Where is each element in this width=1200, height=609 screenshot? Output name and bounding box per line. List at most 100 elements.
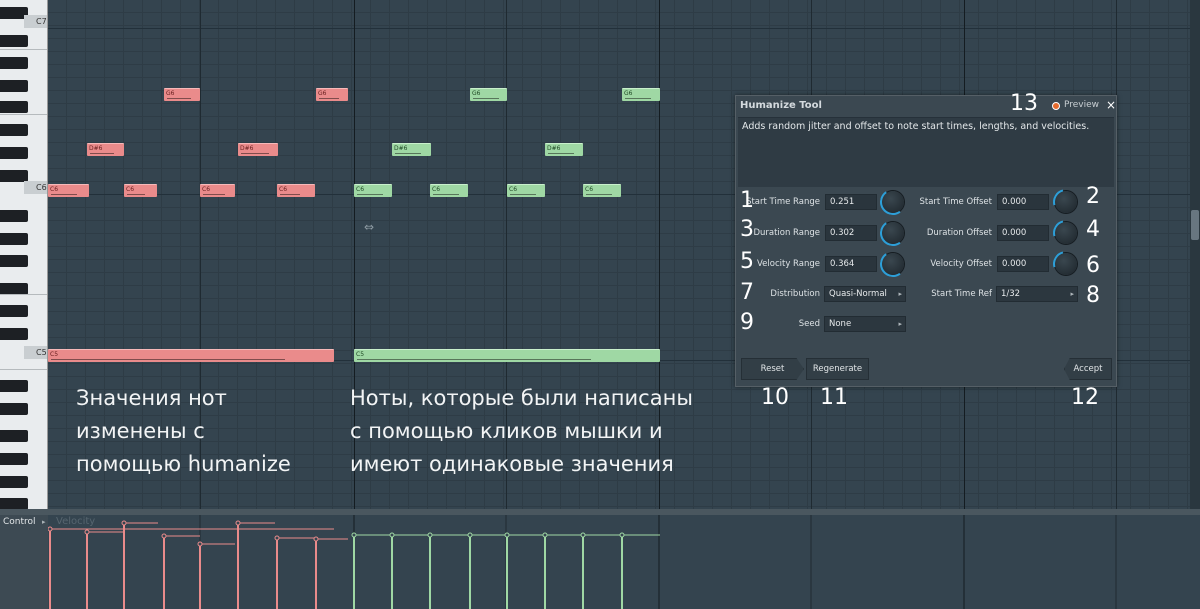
black-key[interactable] — [0, 430, 28, 442]
black-key[interactable] — [0, 453, 28, 465]
annotation-number: 10 — [761, 385, 789, 410]
regenerate-button[interactable]: Regenerate — [806, 358, 869, 380]
duration-offset-label: Duration Offset — [926, 228, 992, 238]
note-clicked[interactable]: D#6 — [545, 143, 583, 156]
note-humanized[interactable]: C6 — [48, 184, 89, 197]
start-time-range-label: Start Time Range — [746, 197, 820, 207]
velocity-offset-knob[interactable] — [1048, 246, 1084, 282]
note-humanized[interactable]: C6 — [200, 184, 235, 197]
preview-toggle-icon[interactable] — [1052, 102, 1060, 110]
start-time-ref-label: Start Time Ref — [931, 289, 992, 299]
humanize-tool-dialog: Humanize Tool Preview × Adds random jitt… — [735, 95, 1117, 387]
annotation-number: 11 — [820, 385, 848, 410]
black-key[interactable] — [0, 80, 28, 92]
black-key[interactable] — [0, 147, 28, 159]
velocity-bars[interactable] — [48, 515, 1190, 609]
note-clicked[interactable]: C6 — [430, 184, 468, 197]
black-key[interactable] — [0, 210, 28, 222]
velocity-lane[interactable]: Velocity — [48, 515, 1190, 609]
black-key[interactable] — [0, 57, 28, 69]
start-time-range-knob[interactable] — [877, 186, 909, 218]
duration-range-knob[interactable] — [877, 217, 909, 249]
key-separator — [0, 294, 47, 295]
velocity-range-knob[interactable] — [877, 248, 909, 280]
note-humanized[interactable]: D#6 — [238, 143, 278, 156]
piano-keyboard[interactable]: C7 C6 C5 — [0, 0, 48, 509]
preview-label[interactable]: Preview — [1064, 100, 1099, 110]
piano-roll-window: C7 C6 C5 G6 G6 D#6 D#6 C6 C6 C6 C6 C5 G6… — [0, 0, 1200, 609]
annotation-number: 5 — [740, 249, 754, 274]
duration-offset-field[interactable]: 0.000 — [997, 225, 1049, 241]
octave-label-c6: C6 — [24, 181, 47, 194]
chevron-right-icon: ▸ — [898, 290, 902, 298]
seed-label: Seed — [798, 319, 820, 329]
note-clicked[interactable]: G6 — [470, 88, 507, 101]
annotation-number: 6 — [1086, 253, 1100, 278]
caption-line: Ноты, которые были написаны — [350, 386, 693, 410]
note-humanized[interactable]: C6 — [124, 184, 157, 197]
black-key[interactable] — [0, 255, 28, 267]
note-humanized[interactable]: G6 — [164, 88, 200, 101]
start-time-range-field[interactable]: 0.251 — [825, 194, 877, 210]
black-key[interactable] — [0, 233, 28, 245]
black-key[interactable] — [0, 476, 28, 488]
duration-range-label: Duration Range — [753, 228, 820, 238]
velocity-offset-field[interactable]: 0.000 — [997, 256, 1049, 272]
note-humanized[interactable]: C6 — [277, 184, 315, 197]
control-label[interactable]: Control — [3, 517, 36, 527]
distribution-select[interactable]: Quasi-Normal ▸ — [824, 286, 906, 302]
velocity-range-field[interactable]: 0.364 — [825, 256, 877, 272]
vertical-scrollbar[interactable] — [1190, 0, 1200, 509]
black-key[interactable] — [0, 328, 28, 340]
annotation-number: 12 — [1071, 385, 1099, 410]
key-separator — [0, 49, 47, 50]
note-clicked[interactable]: C5 — [354, 349, 660, 362]
reset-button[interactable]: Reset — [741, 358, 804, 380]
note-humanized[interactable]: C5 — [48, 349, 334, 362]
octave-label-c5: C5 — [24, 346, 47, 359]
caption-line: Значения нот — [76, 386, 227, 410]
note-clicked[interactable]: C6 — [507, 184, 545, 197]
duration-range-field[interactable]: 0.302 — [825, 225, 877, 241]
note-humanized[interactable]: G6 — [316, 88, 348, 101]
annotation-number: 4 — [1086, 217, 1100, 242]
duration-offset-knob[interactable] — [1048, 215, 1084, 251]
chevron-right-icon[interactable]: ▸ — [42, 518, 46, 526]
annotation-number: 7 — [740, 280, 754, 305]
black-key[interactable] — [0, 124, 28, 136]
note-clicked[interactable]: C6 — [583, 184, 621, 197]
dialog-title: Humanize Tool — [740, 100, 822, 111]
note-clicked[interactable]: G6 — [622, 88, 660, 101]
start-time-offset-label: Start Time Offset — [919, 197, 992, 207]
scrollbar-thumb[interactable] — [1191, 210, 1199, 240]
annotation-number: 8 — [1086, 283, 1100, 308]
annotation-number: 3 — [740, 217, 754, 242]
black-key[interactable] — [0, 498, 28, 509]
black-key[interactable] — [0, 305, 28, 317]
caption-humanized: Значения нот изменены с помощью humanize — [76, 382, 291, 481]
note-clicked[interactable]: C6 — [354, 184, 392, 197]
key-separator — [0, 114, 47, 115]
seed-select[interactable]: None ▸ — [824, 316, 906, 332]
black-key[interactable] — [0, 101, 28, 113]
start-time-offset-knob[interactable] — [1048, 184, 1084, 220]
velocity-range-label: Velocity Range — [757, 259, 820, 269]
note-humanized[interactable]: D#6 — [87, 143, 124, 156]
annotation-number: 2 — [1086, 184, 1100, 209]
caption-line: имеют одинаковые значения — [350, 452, 674, 476]
caption-line: помощью humanize — [76, 452, 291, 476]
start-time-ref-select[interactable]: 1/32 ▸ — [996, 286, 1078, 302]
note-clicked[interactable]: D#6 — [392, 143, 431, 156]
black-key[interactable] — [0, 380, 28, 392]
control-panel: Control ▸ — [0, 515, 48, 609]
chevron-right-icon: ▸ — [898, 320, 902, 328]
black-key[interactable] — [0, 35, 28, 47]
key-separator — [0, 369, 47, 370]
close-icon[interactable]: × — [1106, 98, 1116, 112]
black-key[interactable] — [0, 403, 28, 415]
caption-line: изменены с — [76, 419, 205, 443]
octave-label-c7: C7 — [24, 15, 47, 28]
dialog-titlebar[interactable]: Humanize Tool Preview × — [736, 96, 1116, 116]
start-time-offset-field[interactable]: 0.000 — [997, 194, 1049, 210]
accept-button[interactable]: Accept — [1064, 358, 1112, 380]
